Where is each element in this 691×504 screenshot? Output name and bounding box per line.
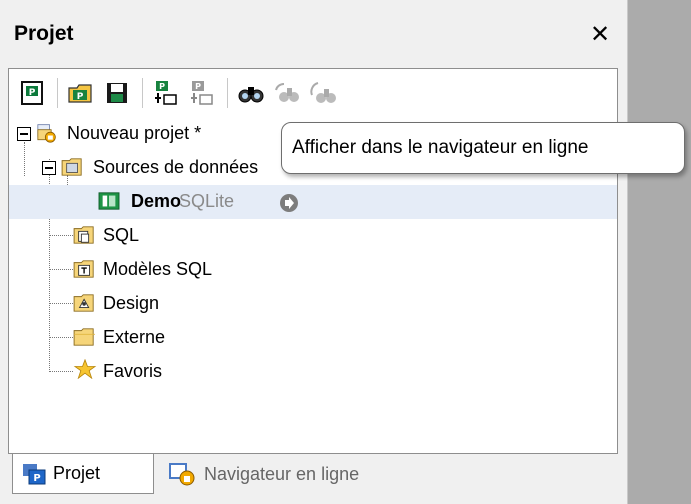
tree-item-templates[interactable]: Modèles SQL bbox=[9, 253, 617, 287]
tree-demo-label: Demo bbox=[131, 191, 182, 211]
svg-text:P: P bbox=[33, 473, 40, 484]
panel-titlebar: Projet ✕ bbox=[0, 0, 627, 68]
toolbar-separator bbox=[57, 78, 58, 108]
tooltip-text: Afficher dans le navigateur en ligne bbox=[292, 137, 589, 158]
collapse-icon[interactable] bbox=[42, 161, 56, 175]
tab-project[interactable]: P Projet bbox=[12, 454, 154, 494]
tree-sql-label: SQL bbox=[103, 225, 140, 245]
tab-project-label: Projet bbox=[53, 463, 101, 483]
tree-templates-label: Modèles SQL bbox=[103, 259, 213, 279]
tree-item-favorites[interactable]: Favoris bbox=[9, 355, 617, 389]
external-folder-icon bbox=[73, 328, 95, 346]
collapse-icon[interactable] bbox=[17, 127, 31, 141]
panel-tabs: P Projet Navigateur en ligne bbox=[8, 454, 618, 494]
find-next-icon[interactable] bbox=[272, 78, 302, 108]
sql-templates-folder-icon bbox=[73, 260, 94, 278]
project-tab-icon: P bbox=[23, 463, 46, 484]
star-icon bbox=[73, 359, 97, 379]
add-to-project-disabled-icon[interactable]: P bbox=[187, 78, 217, 108]
sqlite-database-icon bbox=[98, 192, 120, 210]
close-icon[interactable]: ✕ bbox=[586, 20, 614, 48]
design-folder-icon bbox=[73, 294, 94, 312]
tree-design-label: Design bbox=[103, 293, 160, 313]
show-in-online-browser-icon[interactable] bbox=[279, 193, 299, 213]
data-sources-folder-icon bbox=[61, 158, 82, 176]
find-icon[interactable] bbox=[236, 78, 266, 108]
open-project-icon[interactable]: P bbox=[66, 78, 96, 108]
project-folder-icon bbox=[37, 124, 56, 143]
find-all-icon[interactable] bbox=[308, 78, 338, 108]
tree-favorites-label: Favoris bbox=[103, 361, 163, 381]
save-project-icon[interactable] bbox=[102, 78, 132, 108]
add-to-project-icon[interactable]: P bbox=[151, 78, 181, 108]
svg-text:P: P bbox=[77, 92, 84, 102]
tree-item-external[interactable]: Externe bbox=[9, 321, 617, 355]
sql-folder-icon bbox=[73, 226, 94, 244]
tree-item-design[interactable]: Design bbox=[9, 287, 617, 321]
svg-text:P: P bbox=[159, 82, 165, 91]
toolbar-separator bbox=[142, 78, 143, 108]
svg-text:P: P bbox=[195, 82, 201, 91]
toolbar: P P P P bbox=[9, 69, 617, 117]
tab-online-browser-label: Navigateur en ligne bbox=[204, 463, 360, 484]
project-panel: Projet ✕ P P P P Nouveau projet * Source… bbox=[0, 0, 628, 504]
tree-item-sql[interactable]: SQL bbox=[9, 219, 617, 253]
project-file-icon[interactable]: P bbox=[17, 78, 47, 108]
toolbar-separator bbox=[227, 78, 228, 108]
tree-item-demo[interactable]: Demo SQLite bbox=[9, 185, 617, 219]
panel-title: Projet bbox=[14, 22, 74, 45]
tree-external-label: Externe bbox=[103, 327, 166, 347]
tree-sources-label: Sources de données bbox=[93, 157, 259, 177]
online-browser-tab-icon bbox=[169, 463, 195, 486]
tab-online-browser[interactable]: Navigateur en ligne bbox=[160, 454, 420, 494]
tree-demo-type: SQLite bbox=[179, 191, 235, 211]
svg-text:P: P bbox=[29, 88, 36, 98]
tooltip: Afficher dans le navigateur en ligne bbox=[281, 122, 685, 174]
tree-root-label: Nouveau projet * bbox=[67, 123, 202, 143]
